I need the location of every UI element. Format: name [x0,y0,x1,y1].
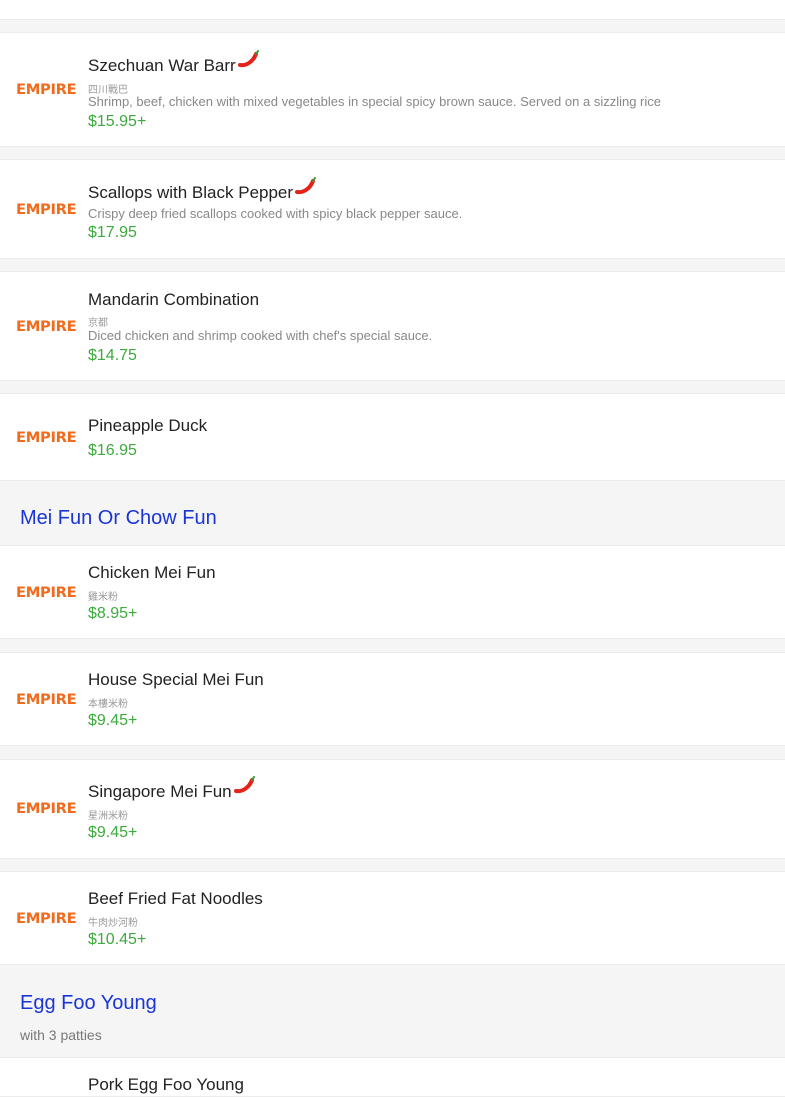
menu-item[interactable]: EMPIRE Mandarin Combination 京都 Diced chi… [0,271,785,381]
item-price: $17.95 [88,224,137,241]
item-chinese-name: 星洲米粉 [88,811,128,822]
item-name: Pork Egg Foo Young [88,1075,244,1094]
item-name: Scallops with Black Pepper [88,177,317,203]
item-price: $8.95+ [88,605,138,622]
item-name: Mandarin Combination [88,290,260,309]
item-price: $14.75 [88,347,137,364]
empire-logo: EMPIRE [16,585,77,601]
section-subtitle: with 3 patties [20,1027,102,1043]
menu-item[interactable]: EMPIRE Scallops with Black Pepper Crispy… [0,159,785,259]
section-title: Mei Fun Or Chow Fun [20,507,217,529]
item-chinese-name: 雞米粉 [88,592,118,603]
menu-item[interactable]: EMPIRE Beef Fried Fat Noodles 牛肉炒河粉 $10.… [0,871,785,965]
empire-logo: EMPIRE [16,801,77,817]
empire-logo: EMPIRE [16,911,77,927]
empire-logo: EMPIRE [16,202,77,218]
item-price: $10.45+ [88,931,147,948]
item-description: Crispy deep fried scallops cooked with s… [88,206,463,221]
item-price: $16.95 [88,442,137,459]
chili-icon [295,177,317,200]
menu-item[interactable]: EMPIRE Pineapple Duck $16.95 [0,393,785,481]
chili-icon [233,776,256,799]
item-name: Chicken Mei Fun [88,563,216,582]
section-title: Egg Foo Young [20,992,157,1014]
section-header: Egg Foo Young with 3 patties [0,966,785,1056]
empire-logo: EMPIRE [16,319,77,335]
item-name: Szechuan War Barr [88,50,260,76]
item-name: House Special Mei Fun [88,670,264,689]
item-price: $9.45+ [88,824,138,841]
menu-item[interactable]: EMPIRE Chicken Mei Fun 雞米粉 $8.95+ [0,545,785,639]
item-price: $9.45+ [88,712,138,729]
menu-item[interactable]: EMPIRE Szechuan War Barr 四川戰巴 Shrimp, be… [0,32,785,147]
menu-item[interactable]: EMPIRE House Special Mei Fun 本樓米粉 $9.45+ [0,652,785,746]
chili-icon [237,50,260,73]
menu-item[interactable]: EMPIRE Singapore Mei Fun 星洲米粉 $9.45+ [0,759,785,859]
item-chinese-name: 京都 [88,318,108,329]
item-name: Beef Fried Fat Noodles [88,889,263,908]
menu-item-partial[interactable] [0,0,785,20]
empire-logo: EMPIRE [16,82,77,98]
empire-logo: EMPIRE [16,692,77,708]
menu-item[interactable]: Pork Egg Foo Young [0,1057,785,1097]
empire-logo: EMPIRE [16,430,77,446]
item-name: Pineapple Duck [88,416,208,435]
item-description: Shrimp, beef, chicken with mixed vegetab… [88,94,661,109]
item-name: Singapore Mei Fun [88,776,256,802]
item-chinese-name: 本樓米粉 [88,699,128,710]
item-price: $15.95+ [88,113,147,130]
section-header: Mei Fun Or Chow Fun [0,482,785,544]
item-description: Diced chicken and shrimp cooked with che… [88,328,433,343]
item-chinese-name: 牛肉炒河粉 [88,918,138,929]
